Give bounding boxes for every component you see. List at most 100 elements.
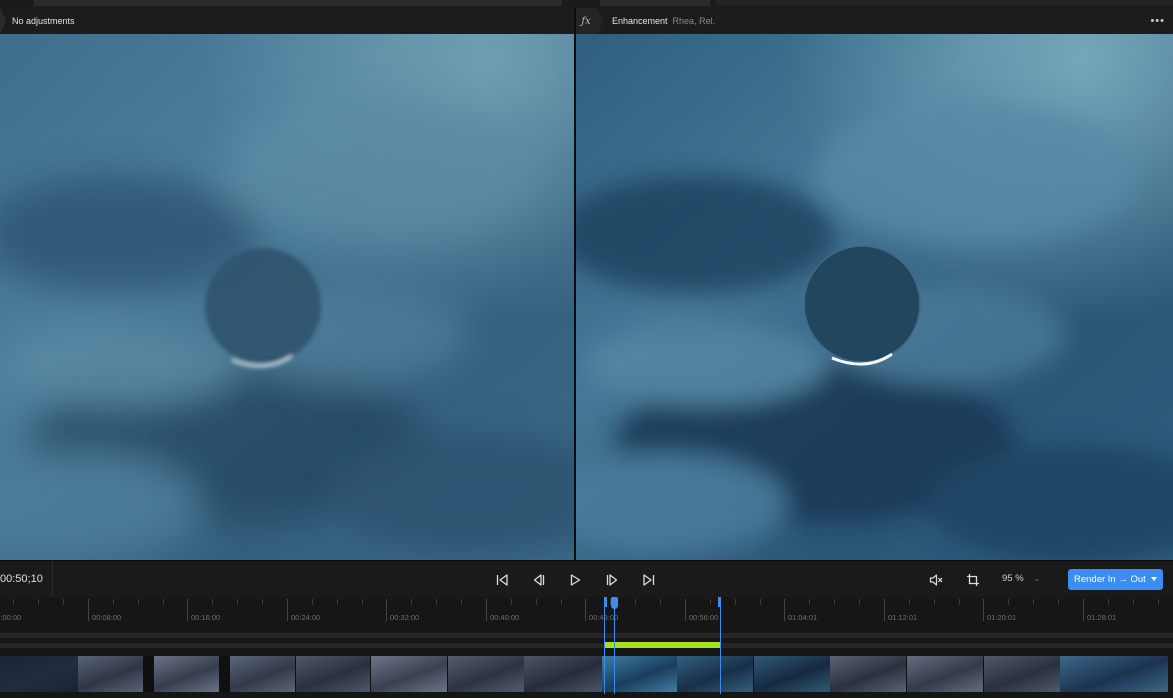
play-button[interactable] [564, 569, 586, 591]
clip-thumbnail [754, 656, 830, 692]
left-pane-title: No adjustments [12, 16, 75, 26]
ruler-minor-tick [362, 599, 363, 605]
ruler-minor-tick [411, 599, 412, 605]
top-tab-left [34, 0, 562, 6]
ruler-minor-tick [312, 599, 313, 605]
ruler-minor-tick [1058, 599, 1059, 605]
clip-thumbnail [296, 656, 370, 692]
crop-button[interactable] [962, 569, 984, 591]
render-in-out-button[interactable]: Render In → Out [1068, 569, 1163, 590]
skip-to-start-button[interactable] [491, 569, 513, 591]
skip-to-start-icon [496, 574, 508, 586]
render-button-label: Render In → Out [1074, 574, 1146, 585]
step-back-icon [533, 574, 545, 586]
ruler-minor-tick [834, 599, 835, 605]
ruler-major-tick [1083, 599, 1084, 621]
ruler-minor-tick [760, 599, 761, 605]
ruler-minor-tick [511, 599, 512, 605]
right-pane-subtitle: Rhea, Rel. [672, 16, 716, 26]
clip-thumbnail [907, 656, 983, 692]
chevron-icon [0, 8, 6, 34]
clip-filmstrip[interactable] [0, 656, 1168, 692]
clip-thumbnail [154, 656, 219, 692]
track-lane-2 [0, 643, 1173, 648]
ruler-major-tick [187, 599, 188, 621]
timeline[interactable]: 00:00:00 00:08:00 00:16:00 00:24:00 00:32:00… [0, 597, 1173, 698]
clip-thumbnail [1060, 656, 1168, 692]
ruler-minor-tick [561, 599, 562, 605]
ruler-major-tick [486, 599, 487, 621]
ruler-tick-label: 01:28:01 [1087, 613, 1117, 622]
step-forward-icon [606, 574, 618, 586]
playhead-line[interactable] [614, 597, 615, 694]
ruler-tick-label: 00:24:00 [291, 613, 321, 622]
clip-thumbnail [677, 656, 753, 692]
zoom-value: 95 % [1002, 573, 1024, 584]
clip-thumbnail [371, 656, 447, 692]
enhanced-frame-image [576, 34, 1173, 560]
ruler-minor-tick [1108, 599, 1109, 605]
skip-to-end-button[interactable] [638, 569, 660, 591]
in-point-handle[interactable] [604, 597, 607, 607]
top-tab-middle [600, 0, 710, 6]
clip-thumbnail [78, 656, 143, 692]
ruler-minor-tick [809, 599, 810, 605]
ruler-minor-tick [63, 599, 64, 605]
dropdown-caret-icon[interactable] [1151, 577, 1157, 581]
ruler-minor-tick [237, 599, 238, 605]
more-icon[interactable]: ••• [1150, 15, 1165, 27]
ruler-major-tick [685, 599, 686, 621]
ruler-minor-tick [262, 599, 263, 605]
ruler-minor-tick [436, 599, 437, 605]
ruler-major-tick [287, 599, 288, 621]
ruler-minor-tick [1158, 599, 1159, 605]
ruler-tick-label: 00:40:00 [490, 613, 520, 622]
ruler-minor-tick [38, 599, 39, 605]
clip-thumbnail [0, 656, 78, 692]
ruler-minor-tick [1133, 599, 1134, 605]
transport-bar: 00:50;10 95 % ⌄ Render In → Out [0, 560, 1173, 598]
ruler-minor-tick [163, 599, 164, 605]
ruler-minor-tick [735, 599, 736, 605]
ruler-major-tick [784, 599, 785, 621]
track-lane-1 [0, 633, 1173, 638]
ruler-tick-label: 00:08:00 [92, 613, 122, 622]
playhead-handle[interactable] [611, 597, 618, 609]
window-top-strip [0, 0, 1173, 8]
out-point-handle[interactable] [718, 597, 721, 607]
original-frame-image [0, 34, 574, 560]
ruler-tick-label: 00:32:00 [390, 613, 420, 622]
ruler-tick-label: 01:20:01 [987, 613, 1017, 622]
clip-thumbnail [524, 656, 602, 692]
fx-icon[interactable]: ƒx [575, 8, 597, 34]
step-back-button[interactable] [528, 569, 550, 591]
ruler-tick-label: 01:12:01 [888, 613, 918, 622]
clip-thumbnail [830, 656, 906, 692]
ruler-minor-tick [1033, 599, 1034, 605]
ruler-minor-tick [635, 599, 636, 605]
right-pane-header: ƒx Enhancement Rhea, Rel. ••• [575, 8, 1173, 34]
ruler-minor-tick [710, 599, 711, 605]
left-pane-header: No adjustments [0, 8, 575, 34]
mute-button[interactable] [925, 569, 947, 591]
ruler-major-tick [983, 599, 984, 621]
top-tab-right [716, 0, 1173, 6]
ruler-minor-tick [859, 599, 860, 605]
ruler-major-tick [585, 599, 586, 621]
ruler-minor-tick [536, 599, 537, 605]
ruler-tick-label: 00:56:00 [689, 613, 719, 622]
render-range-bar [605, 642, 721, 648]
step-forward-button[interactable] [601, 569, 623, 591]
zoom-select[interactable]: 95 % ⌄ [1002, 573, 1040, 584]
ruler-tick-label: 00:16:00 [191, 613, 221, 622]
ruler-minor-tick [934, 599, 935, 605]
ruler-major-tick [386, 599, 387, 621]
ruler-minor-tick [13, 599, 14, 605]
time-ruler[interactable]: 00:00:00 00:08:00 00:16:00 00:24:00 00:32:00… [0, 597, 1173, 625]
ruler-major-tick [884, 599, 885, 621]
skip-to-end-icon [643, 574, 655, 586]
clip-thumbnail [984, 656, 1060, 692]
ruler-minor-tick [337, 599, 338, 605]
current-timecode[interactable]: 00:50;10 [0, 573, 43, 585]
ruler-minor-tick [959, 599, 960, 605]
